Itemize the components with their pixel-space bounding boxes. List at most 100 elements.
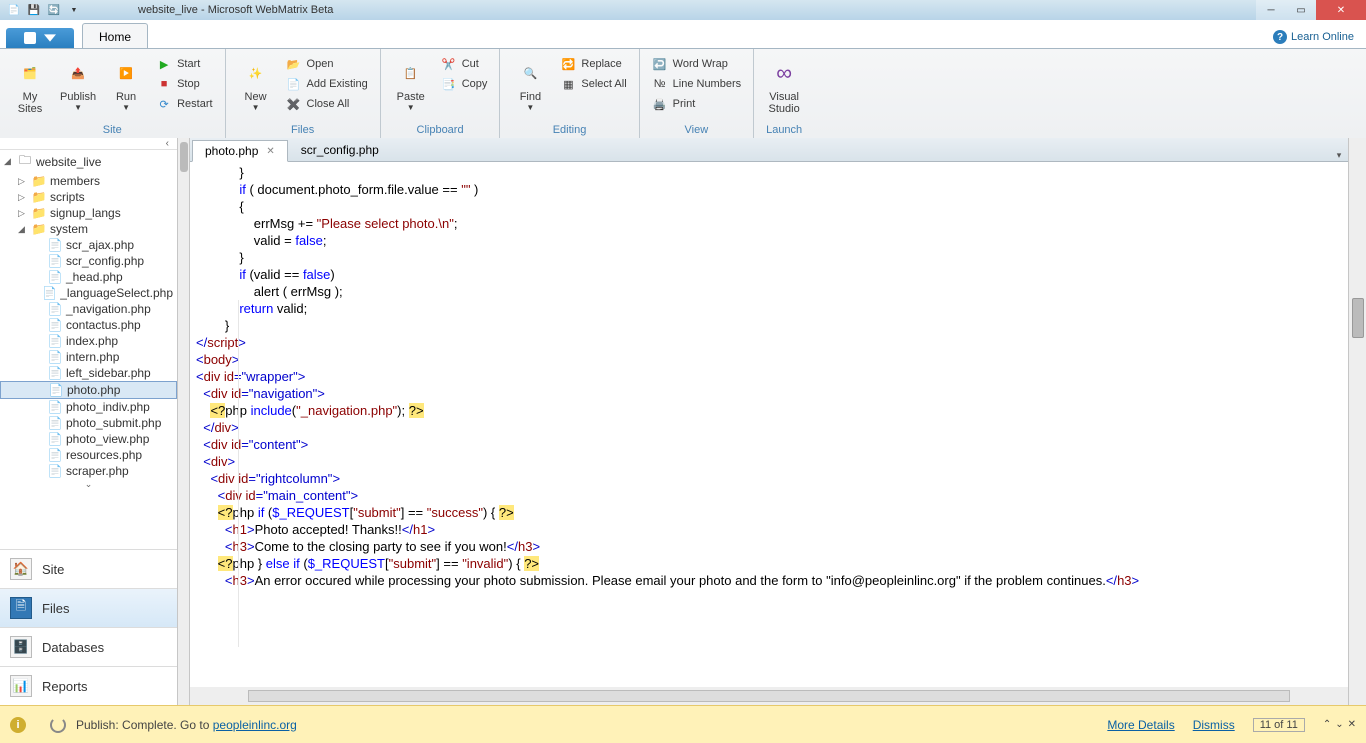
tree-file[interactable]: 📄scr_ajax.php — [0, 237, 177, 253]
up-arrow-icon[interactable]: ⌃ — [1323, 719, 1331, 730]
window-buttons: ─ ▭ ✕ — [1256, 0, 1366, 20]
ribbon-group-view: ↩️Word Wrap №Line Numbers 🖨️Print View — [640, 49, 754, 138]
close-all-button[interactable]: ✖️Close All — [282, 95, 372, 113]
ribbon-tab-row: Home ?Learn Online — [0, 20, 1366, 48]
quick-access-toolbar: 📄 💾 🔄 ▼ — [0, 2, 88, 18]
status-bar: i Publish: Complete. Go to peopleinlinc.… — [0, 705, 1366, 743]
qat-dropdown-icon[interactable]: ▼ — [66, 2, 82, 18]
tree-folder[interactable]: ▷📁scripts — [0, 189, 177, 205]
close-status-icon[interactable]: ✕ — [1348, 719, 1356, 730]
tree-scrollbar[interactable] — [178, 138, 190, 705]
my-sites-button[interactable]: 🗂️My Sites — [8, 55, 52, 117]
ribbon-group-site: 🗂️My Sites 📤Publish▼ ▶️Run▼ ▶Start ■Stop… — [0, 49, 226, 138]
tree-folder-system[interactable]: ◢📁system — [0, 221, 177, 237]
ribbon-group-files: ✨New▼ 📂Open 📄Add Existing ✖️Close All Fi… — [226, 49, 381, 138]
line-numbers-button[interactable]: №Line Numbers — [648, 75, 745, 93]
file-menu-button[interactable] — [6, 28, 74, 48]
tab-photo[interactable]: photo.php✕ — [192, 140, 288, 162]
tree-file[interactable]: 📄_navigation.php — [0, 301, 177, 317]
files-icon: 🗎 — [10, 597, 32, 619]
spinner-icon — [50, 717, 66, 733]
open-button[interactable]: 📂Open — [282, 55, 372, 73]
restart-button[interactable]: ⟳Restart — [152, 95, 216, 113]
qat-refresh-icon[interactable]: 🔄 — [46, 2, 62, 18]
start-button[interactable]: ▶Start — [152, 55, 216, 73]
qat-icon-1[interactable]: 📄 — [6, 2, 22, 18]
info-icon: i — [10, 717, 26, 733]
learn-online-link[interactable]: ?Learn Online — [1273, 30, 1354, 48]
pane-collapse-icon[interactable]: ‹ — [0, 138, 177, 150]
file-tree[interactable]: ◢🗀website_live ▷📁members ▷📁scripts ▷📁sig… — [0, 150, 177, 490]
code-editor[interactable]: } if ( document.photo_form.file.value ==… — [190, 162, 1348, 687]
word-wrap-button[interactable]: ↩️Word Wrap — [648, 55, 745, 73]
tree-scroll-down-icon[interactable]: ⌄ — [0, 479, 177, 490]
tree-file-selected[interactable]: 📄photo.php — [0, 381, 177, 399]
left-pane: ‹ ◢🗀website_live ▷📁members ▷📁scripts ▷📁s… — [0, 138, 178, 705]
ribbon-group-editing: 🔍Find▼ 🔁Replace ▦Select All Editing — [500, 49, 639, 138]
publish-button[interactable]: 📤Publish▼ — [56, 55, 100, 114]
home-icon: 🏠 — [10, 558, 32, 580]
status-text: Publish: Complete. Go to peopleinlinc.or… — [76, 718, 297, 732]
minimize-button[interactable]: ─ — [1256, 0, 1286, 20]
find-button[interactable]: 🔍Find▼ — [508, 55, 552, 114]
editor-pane: photo.php✕ scr_config.php ▾ } if ( docum… — [178, 138, 1366, 705]
nav-reports[interactable]: 📊Reports — [0, 666, 177, 705]
window-title: website_live - Microsoft WebMatrix Beta — [88, 4, 1256, 16]
workspace-navbar: 🏠Site 🗎Files 🗄️Databases 📊Reports — [0, 549, 177, 705]
copy-button[interactable]: 📑Copy — [437, 75, 492, 93]
print-button[interactable]: 🖨️Print — [648, 95, 745, 113]
publish-link[interactable]: peopleinlinc.org — [213, 718, 297, 732]
workspace: ‹ ◢🗀website_live ▷📁members ▷📁scripts ▷📁s… — [0, 138, 1366, 705]
tab-scr-config[interactable]: scr_config.php — [288, 139, 392, 161]
tree-file[interactable]: 📄_head.php — [0, 269, 177, 285]
publish-counter: 11 of 11 — [1253, 718, 1305, 732]
down-arrow-icon[interactable]: ⌄ — [1335, 719, 1343, 730]
new-button[interactable]: ✨New▼ — [234, 55, 278, 114]
database-icon: 🗄️ — [10, 636, 32, 658]
tree-file[interactable]: 📄contactus.php — [0, 317, 177, 333]
help-icon: ? — [1273, 30, 1287, 44]
document-tabs: photo.php✕ scr_config.php ▾ — [190, 138, 1348, 162]
tree-folder[interactable]: ▷📁members — [0, 173, 177, 189]
stop-button[interactable]: ■Stop — [152, 75, 216, 93]
select-all-button[interactable]: ▦Select All — [556, 75, 630, 93]
tree-file[interactable]: 📄photo_view.php — [0, 431, 177, 447]
maximize-button[interactable]: ▭ — [1286, 0, 1316, 20]
tree-file[interactable]: 📄resources.php — [0, 447, 177, 463]
dismiss-link[interactable]: Dismiss — [1193, 718, 1235, 732]
visual-studio-button[interactable]: ∞Visual Studio — [762, 55, 806, 117]
nav-databases[interactable]: 🗄️Databases — [0, 627, 177, 666]
tab-close-icon[interactable]: ✕ — [266, 146, 274, 157]
ribbon-group-clipboard: 📋Paste▼ ✂️Cut 📑Copy Clipboard — [381, 49, 501, 138]
vertical-scrollbar[interactable] — [1348, 138, 1366, 705]
tree-file[interactable]: 📄left_sidebar.php — [0, 365, 177, 381]
editor-column: photo.php✕ scr_config.php ▾ } if ( docum… — [190, 138, 1348, 705]
replace-button[interactable]: 🔁Replace — [556, 55, 630, 73]
horizontal-scrollbar[interactable] — [190, 687, 1348, 705]
add-existing-button[interactable]: 📄Add Existing — [282, 75, 372, 93]
tree-folder[interactable]: ▷📁signup_langs — [0, 205, 177, 221]
nav-site[interactable]: 🏠Site — [0, 549, 177, 588]
qat-save-icon[interactable]: 💾 — [26, 2, 42, 18]
paste-button[interactable]: 📋Paste▼ — [389, 55, 433, 114]
run-button[interactable]: ▶️Run▼ — [104, 55, 148, 114]
tree-file[interactable]: 📄photo_submit.php — [0, 415, 177, 431]
tree-file[interactable]: 📄scr_config.php — [0, 253, 177, 269]
tree-file[interactable]: 📄scraper.php — [0, 463, 177, 479]
title-bar: 📄 💾 🔄 ▼ website_live - Microsoft WebMatr… — [0, 0, 1366, 20]
tree-file[interactable]: 📄photo_indiv.php — [0, 399, 177, 415]
tree-root[interactable]: ◢🗀website_live — [0, 150, 177, 173]
ribbon-body: 🗂️My Sites 📤Publish▼ ▶️Run▼ ▶Start ■Stop… — [0, 48, 1366, 138]
close-button[interactable]: ✕ — [1316, 0, 1366, 20]
counter-arrows[interactable]: ⌃ ⌄ ✕ — [1323, 719, 1356, 730]
tree-file[interactable]: 📄index.php — [0, 333, 177, 349]
tree-file[interactable]: 📄intern.php — [0, 349, 177, 365]
cut-button[interactable]: ✂️Cut — [437, 55, 492, 73]
ribbon-group-launch: ∞Visual Studio Launch — [754, 49, 814, 138]
nav-files[interactable]: 🗎Files — [0, 588, 177, 627]
ribbon-tab-home[interactable]: Home — [82, 23, 148, 48]
ribbon-area: Home ?Learn Online 🗂️My Sites 📤Publish▼ … — [0, 20, 1366, 139]
tabs-dropdown-icon[interactable]: ▾ — [1330, 150, 1348, 161]
more-details-link[interactable]: More Details — [1107, 718, 1174, 732]
tree-file[interactable]: 📄_languageSelect.php — [0, 285, 177, 301]
